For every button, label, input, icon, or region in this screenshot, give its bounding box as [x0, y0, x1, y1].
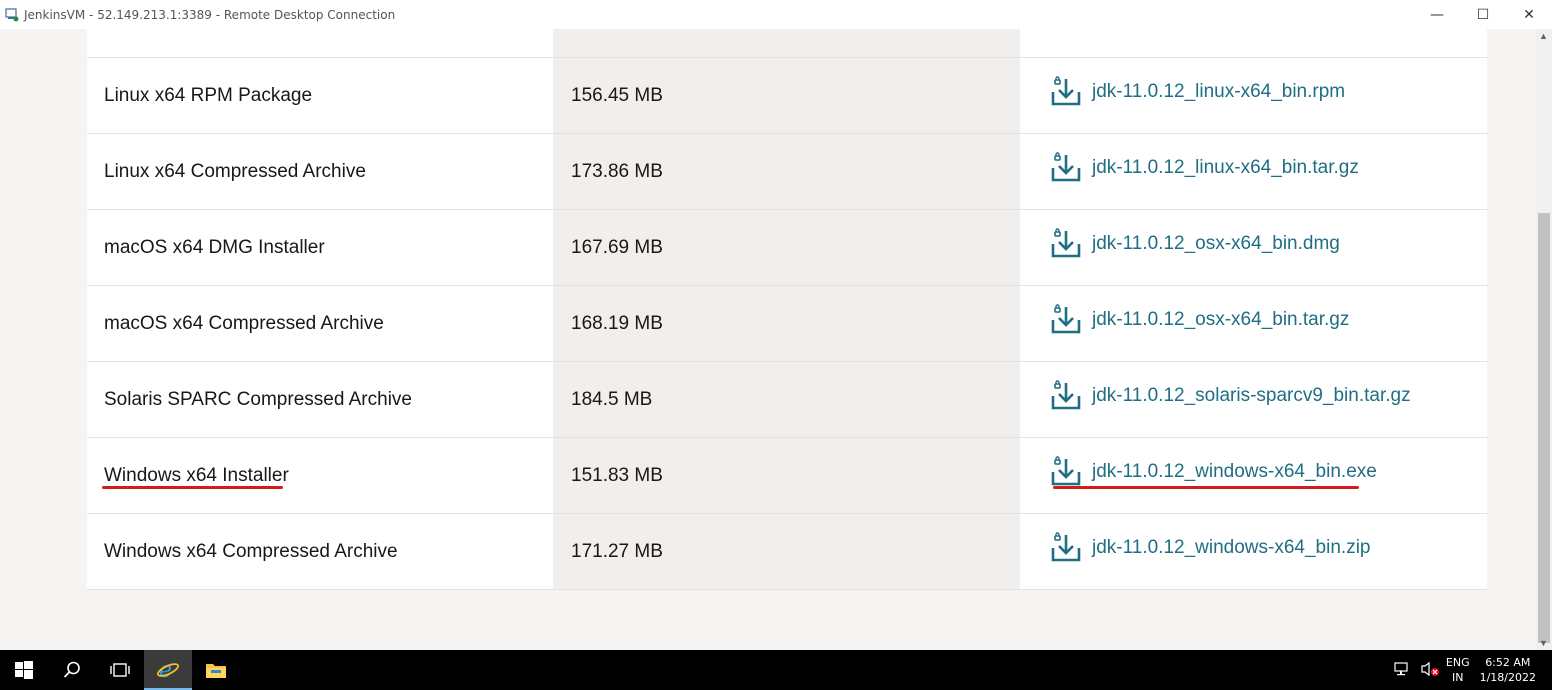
start-button[interactable] — [0, 650, 48, 690]
file-size: 171.27 MB — [553, 514, 1020, 589]
task-view-button[interactable] — [96, 650, 144, 690]
download-lock-icon — [1050, 379, 1092, 412]
internet-explorer-icon: e — [156, 658, 180, 681]
file-size: 173.86 MB — [553, 134, 1020, 209]
download-filename: jdk-11.0.12_osx-x64_bin.tar.gz — [1092, 308, 1350, 330]
download-filename: jdk-11.0.12_linux-x64_bin.rpm — [1092, 80, 1346, 102]
search-button[interactable] — [48, 650, 96, 690]
highlight-underline-product — [102, 486, 283, 489]
file-explorer-icon — [206, 664, 226, 678]
table-row: macOS x64 Compressed Archive 168.19 MB jdk… — [87, 286, 1487, 362]
product-name: Windows x64 Installer — [104, 464, 289, 486]
download-lock-icon — [1050, 151, 1092, 184]
download-link[interactable]: jdk-11.0.12_linux-x64_bin.rpm — [1050, 75, 1346, 108]
table-row: Linux x64 RPM Package 156.45 MB jdk-11.0.1… — [87, 58, 1487, 134]
taskbar: e ENG IN 6:52 AM 1/18/2022 — [0, 650, 1552, 690]
remote-desktop-icon — [5, 7, 19, 22]
scroll-down-arrow-icon[interactable]: ▼ — [1539, 638, 1548, 648]
table-row-partial — [87, 29, 1487, 58]
scroll-up-arrow-icon[interactable]: ▲ — [1539, 31, 1548, 41]
vertical-scrollbar[interactable]: ▲ ▼ — [1536, 29, 1552, 650]
product-name: macOS x64 DMG Installer — [104, 236, 325, 258]
download-link[interactable]: jdk-11.0.12_solaris-sparcv9_bin.tar.gz — [1050, 379, 1411, 412]
download-link[interactable]: jdk-11.0.12_windows-x64_bin.zip — [1050, 531, 1371, 564]
file-size: 168.19 MB — [553, 286, 1020, 361]
download-link[interactable]: jdk-11.0.12_linux-x64_bin.tar.gz — [1050, 151, 1359, 184]
window-title: JenkinsVM - 52.149.213.1:3389 - Remote D… — [24, 7, 396, 22]
minimize-button[interactable]: — — [1414, 0, 1460, 29]
download-lock-icon — [1050, 227, 1092, 260]
download-lock-icon — [1050, 303, 1092, 336]
system-tray: ENG IN 6:52 AM 1/18/2022 — [1394, 650, 1552, 690]
download-filename: jdk-11.0.12_linux-x64_bin.tar.gz — [1092, 156, 1359, 178]
product-name: Linux x64 Compressed Archive — [104, 160, 366, 182]
file-size: 151.83 MB — [553, 438, 1020, 513]
download-filename: jdk-11.0.12_solaris-sparcv9_bin.tar.gz — [1092, 384, 1411, 406]
download-lock-icon — [1050, 455, 1092, 488]
download-filename: jdk-11.0.12_windows-x64_bin.zip — [1092, 536, 1371, 558]
language-indicator[interactable]: ENG IN — [1446, 655, 1470, 685]
download-link[interactable]: jdk-11.0.12_osx-x64_bin.tar.gz — [1050, 303, 1350, 336]
table-row: Windows x64 Compressed Archive 171.27 MB j… — [87, 514, 1487, 590]
network-icon[interactable] — [1394, 661, 1412, 679]
download-lock-icon — [1050, 75, 1092, 108]
table-row: Solaris SPARC Compressed Archive 184.5 MB… — [87, 362, 1487, 438]
scrollbar-thumb[interactable] — [1538, 213, 1550, 643]
start-icon — [15, 661, 33, 679]
table-row: macOS x64 DMG Installer 167.69 MB jdk-11.0… — [87, 210, 1487, 286]
file-size: 156.45 MB — [553, 58, 1020, 133]
download-link[interactable]: jdk-11.0.12_osx-x64_bin.dmg — [1050, 227, 1340, 260]
highlight-underline-file — [1053, 486, 1359, 489]
product-name: Linux x64 RPM Package — [104, 84, 313, 106]
search-icon — [63, 661, 80, 678]
download-lock-icon — [1050, 531, 1092, 564]
title-bar: JenkinsVM - 52.149.213.1:3389 - Remote D… — [0, 0, 1552, 29]
page-content: Linux x64 RPM Package 156.45 MB jdk-11.0.1… — [0, 29, 1536, 650]
table-row: Linux x64 Compressed Archive 173.86 MB jdk… — [87, 134, 1487, 210]
download-link[interactable]: jdk-11.0.12_windows-x64_bin.exe — [1050, 455, 1377, 488]
maximize-button[interactable]: ☐ — [1460, 0, 1506, 29]
internet-explorer-button[interactable]: e — [144, 650, 192, 690]
product-name: Solaris SPARC Compressed Archive — [104, 388, 412, 410]
downloads-table: Linux x64 RPM Package 156.45 MB jdk-11.0.1… — [87, 29, 1487, 590]
clock-date: 1/18/2022 — [1479, 671, 1536, 684]
file-size: 184.5 MB — [553, 362, 1020, 437]
file-explorer-button[interactable] — [192, 650, 240, 690]
clock[interactable]: 6:52 AM 1/18/2022 — [1480, 655, 1536, 685]
volume-muted-icon[interactable] — [1420, 661, 1440, 680]
download-filename: jdk-11.0.12_windows-x64_bin.exe — [1092, 460, 1377, 482]
product-name: Windows x64 Compressed Archive — [104, 540, 398, 562]
task-view-icon — [110, 663, 130, 677]
download-filename: jdk-11.0.12_osx-x64_bin.dmg — [1092, 232, 1340, 254]
clock-time: 6:52 AM — [1485, 656, 1531, 669]
close-button[interactable]: ✕ — [1506, 0, 1552, 29]
file-size: 167.69 MB — [553, 210, 1020, 285]
table-row: Windows x64 Installer 151.83 MB jdk-11.0.1… — [87, 438, 1487, 514]
product-name: macOS x64 Compressed Archive — [104, 312, 384, 334]
